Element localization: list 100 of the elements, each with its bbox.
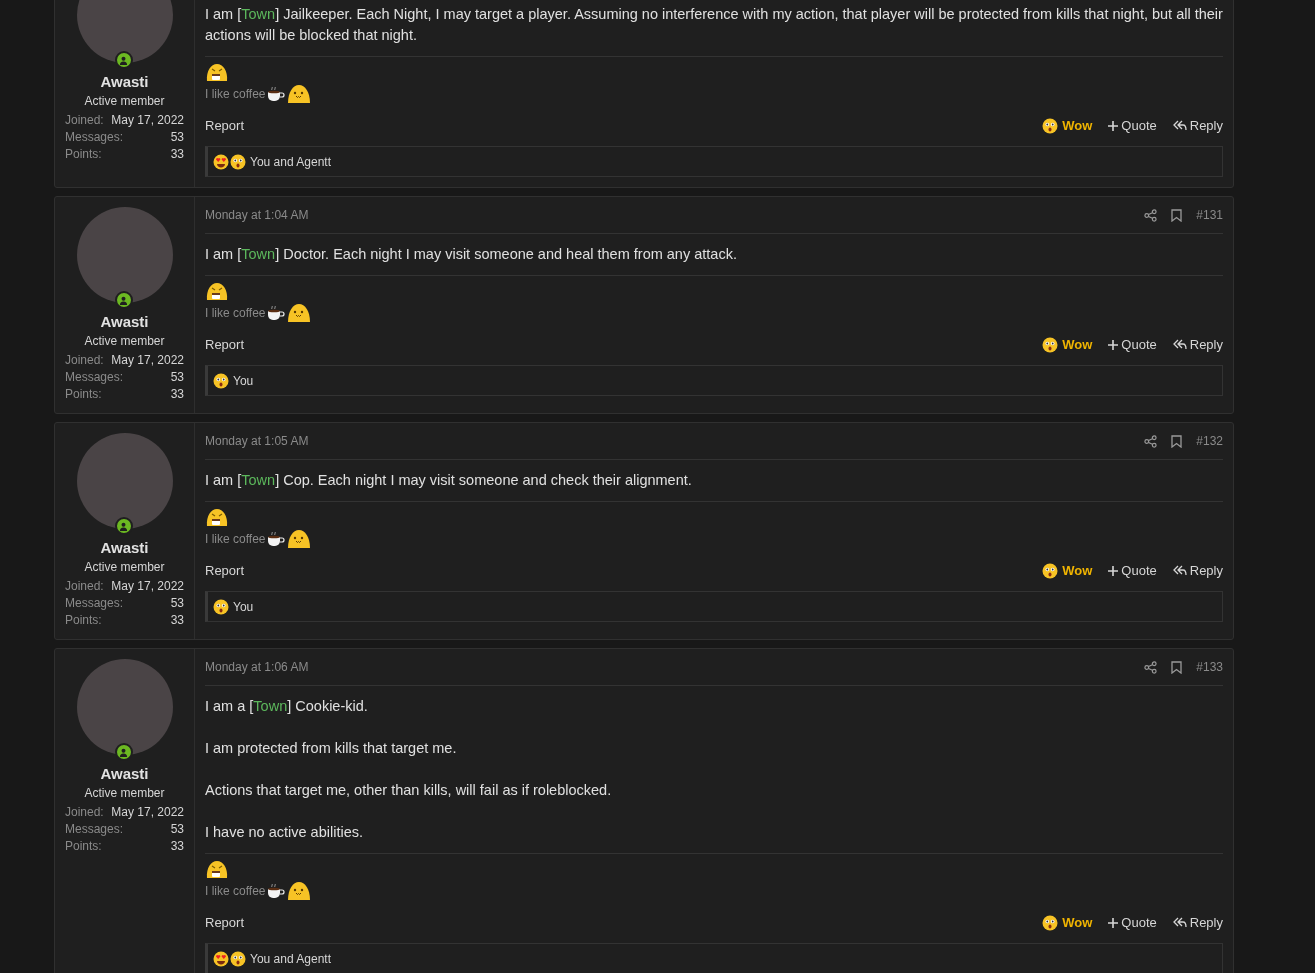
username[interactable]: Awasti (100, 537, 149, 559)
quote-link[interactable]: Quote (1108, 913, 1157, 933)
surprised-face-icon (230, 153, 246, 170)
username[interactable]: Awasti (100, 311, 149, 333)
stat-value: May 17, 2022 (111, 352, 184, 369)
reply-icon (1172, 917, 1187, 929)
post-date[interactable]: Monday at 1:06 AM (205, 658, 309, 676)
stat-value: May 17, 2022 (111, 804, 184, 821)
reply-link[interactable]: Reply (1172, 116, 1223, 136)
post-text: I am [Town] Jailkeeper. Each Night, I may target a player. Assuming no interference with my action, that player will be protected from kills that night, but all their actions will be blocked that night. (205, 5, 1223, 45)
signature-text: I like coffee (205, 305, 266, 322)
blob-drinking-coffee-icon (205, 282, 229, 302)
stat-label: Points: (65, 386, 102, 403)
post-date[interactable]: Monday at 1:05 AM (205, 432, 309, 450)
stat-value: 53 (170, 595, 184, 612)
reactions-summary-link[interactable]: You (233, 371, 254, 390)
coffee-cup-icon (266, 883, 287, 899)
reactions-summary-link[interactable]: You and Agentt (250, 949, 331, 968)
surprised-face-icon (1042, 563, 1059, 579)
stat-value: 53 (170, 821, 184, 838)
wow-reaction-button[interactable]: Wow (1042, 561, 1093, 581)
report-link[interactable]: Report (205, 116, 245, 136)
stat-label: Messages: (65, 129, 124, 146)
blob-face-icon (287, 303, 312, 323)
stat-label: Messages: (65, 821, 124, 838)
quote-link[interactable]: Quote (1108, 116, 1157, 136)
stat-label: Messages: (65, 595, 124, 612)
post-number[interactable]: #132 (1196, 432, 1223, 450)
post-number[interactable]: #131 (1196, 206, 1223, 224)
reply-link[interactable]: Reply (1172, 561, 1223, 581)
plus-icon (1108, 918, 1119, 928)
blob-face-icon (287, 84, 312, 104)
plus-icon (1108, 340, 1119, 350)
post-text: I am [Town] Doctor. Each night I may visit someone and heal them from any attack. (205, 245, 738, 264)
signature-text: I like coffee (205, 883, 266, 900)
post-date[interactable]: Monday at 1:04 AM (205, 206, 309, 224)
stat-label: Messages: (65, 369, 124, 386)
reply-link[interactable]: Reply (1172, 335, 1223, 355)
surprised-face-icon (1042, 915, 1059, 931)
user-title: Active member (84, 333, 165, 349)
blob-drinking-coffee-icon (205, 508, 229, 528)
plus-icon (1108, 566, 1119, 576)
username[interactable]: Awasti (100, 71, 149, 93)
report-link[interactable]: Report (205, 561, 245, 581)
blob-face-icon (287, 881, 312, 901)
stat-value: 33 (170, 612, 184, 629)
surprised-face-icon (230, 950, 246, 967)
reply-icon (1172, 339, 1187, 351)
user-title: Active member (84, 785, 165, 801)
wow-reaction-button[interactable]: Wow (1042, 335, 1093, 355)
surprised-face-icon (1042, 118, 1059, 134)
stat-label: Points: (65, 146, 102, 163)
post-text: I am [Town] Cop. Each night I may visit someone and check their alignment. (205, 471, 693, 490)
reactions-summary-link[interactable]: You and Agentt (250, 152, 331, 171)
bookmark-icon[interactable] (1171, 208, 1183, 222)
signature-text: I like coffee (205, 86, 266, 103)
quote-link[interactable]: Quote (1108, 335, 1157, 355)
user-title: Active member (84, 559, 165, 575)
blob-face-icon (287, 529, 312, 549)
plus-icon (1108, 121, 1119, 131)
coffee-cup-icon (266, 305, 287, 321)
stat-value: 53 (170, 129, 184, 146)
share-icon[interactable] (1144, 660, 1158, 674)
bookmark-icon[interactable] (1171, 660, 1183, 674)
post-text: I am protected from kills that target me. (205, 739, 458, 758)
post-number[interactable]: #133 (1196, 658, 1223, 676)
stat-value: 33 (170, 838, 184, 855)
reply-link[interactable]: Reply (1172, 913, 1223, 933)
share-icon[interactable] (1144, 208, 1158, 222)
post-text: Actions that target me, other than kills, will fail as if roleblocked. (205, 781, 613, 800)
coffee-cup-icon (266, 531, 287, 547)
stat-value: 33 (170, 386, 184, 403)
heart-eyes-face-icon (213, 950, 229, 967)
reply-icon (1172, 565, 1187, 577)
report-link[interactable]: Report (205, 913, 245, 933)
heart-eyes-face-icon (213, 153, 229, 170)
stat-value: 53 (170, 369, 184, 386)
bookmark-icon[interactable] (1171, 434, 1183, 448)
stat-label: Joined: (65, 804, 104, 821)
post-text: I am a [Town] Cookie-kid. (205, 697, 369, 716)
surprised-face-icon (213, 598, 229, 615)
stat-label: Points: (65, 838, 102, 855)
blob-drinking-coffee-icon (205, 860, 229, 880)
stat-value: 33 (170, 146, 184, 163)
share-icon[interactable] (1144, 434, 1158, 448)
signature-text: I like coffee (205, 531, 266, 548)
user-title: Active member (84, 93, 165, 109)
reply-icon (1172, 120, 1187, 132)
stat-label: Joined: (65, 112, 104, 129)
quote-link[interactable]: Quote (1108, 561, 1157, 581)
reactions-summary-link[interactable]: You (233, 597, 254, 616)
stat-value: May 17, 2022 (111, 578, 184, 595)
surprised-face-icon (213, 372, 229, 389)
surprised-face-icon (1042, 337, 1059, 353)
stat-label: Joined: (65, 578, 104, 595)
wow-reaction-button[interactable]: Wow (1042, 116, 1093, 136)
stat-value: May 17, 2022 (111, 112, 184, 129)
username[interactable]: Awasti (100, 763, 149, 785)
wow-reaction-button[interactable]: Wow (1042, 913, 1093, 933)
report-link[interactable]: Report (205, 335, 245, 355)
